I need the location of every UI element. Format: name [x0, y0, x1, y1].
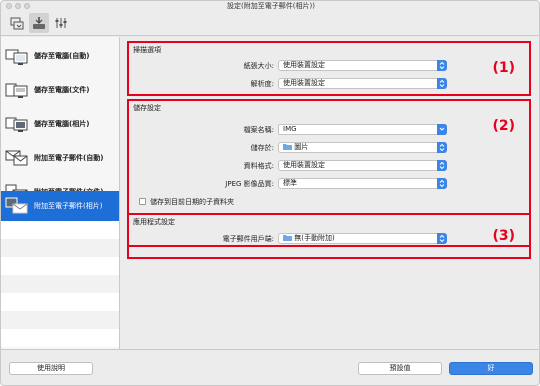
section-number: (2): [492, 118, 515, 134]
sidebar-item-save-pc-auto[interactable]: 儲存至電腦(自動): [1, 41, 119, 71]
sidebar-empty-row: [1, 329, 119, 347]
subfolder-checkbox[interactable]: [139, 198, 146, 205]
resolution-label: 解析度:: [250, 80, 274, 88]
help-button[interactable]: 使用說明: [9, 362, 93, 375]
sidebar-empty-row: [1, 257, 119, 275]
scan-tab[interactable]: [7, 13, 27, 33]
section-number: (1): [492, 60, 515, 76]
jpeg-quality-value: 標準: [283, 179, 297, 187]
sidebar-item-email-photo[interactable]: 附加至電子郵件(相片): [1, 191, 119, 221]
general-settings-tab[interactable]: [51, 13, 71, 33]
email-auto-icon: [5, 150, 28, 166]
jpeg-quality-label: JPEG 影像品質:: [225, 180, 274, 188]
section-title: 儲存設定: [133, 104, 161, 112]
sidebar-empty-row: [1, 293, 119, 311]
sidebar-empty-row: [1, 311, 119, 329]
save-in-select[interactable]: 圖片: [278, 142, 447, 153]
ok-button[interactable]: 好: [449, 362, 533, 375]
select-arrows-icon: [437, 233, 447, 244]
sidebar-item-save-pc-document[interactable]: 儲存至電腦(文件): [1, 75, 119, 105]
subfolder-label: 儲存到目前日期的子資料夾: [150, 198, 234, 206]
sidebar-item-label: 儲存至電腦(相片): [34, 120, 90, 128]
resolution-value: 使用裝置設定: [283, 79, 325, 87]
file-name-value: IMG: [283, 125, 297, 133]
data-format-value: 使用裝置設定: [283, 161, 325, 169]
file-name-label: 檔案名稱:: [243, 126, 274, 134]
paper-size-value: 使用裝置設定: [283, 61, 325, 69]
settings-panel: 掃描選項 (1) 紙張大小: 使用裝置設定 解析度: 使用裝置設定 儲存設定 (…: [121, 37, 539, 349]
data-format-label: 資料格式:: [243, 162, 274, 170]
file-name-input[interactable]: IMG: [278, 124, 447, 135]
folder-icon: [283, 235, 292, 241]
scanner-tab-icon: [33, 17, 45, 29]
resolution-select[interactable]: 使用裝置設定: [278, 78, 447, 89]
sidebar-empty-row: [1, 239, 119, 257]
title-bar: 設定(附加至電子郵件(相片)): [1, 1, 539, 11]
sidebar-empty-row: [1, 221, 119, 239]
zoom-window-button[interactable]: [24, 3, 30, 9]
section-title: 掃描選項: [133, 46, 161, 54]
sidebar-item-label: 儲存至電腦(文件): [34, 86, 90, 94]
defaults-button[interactable]: 預設值: [358, 362, 442, 375]
scan-options-section: 掃描選項 (1) 紙張大小: 使用裝置設定 解析度: 使用裝置設定: [127, 41, 531, 96]
chevron-down-icon[interactable]: [437, 124, 447, 135]
computer-auto-icon: [5, 49, 28, 65]
save-in-value: 圖片: [294, 143, 309, 151]
footer: 使用說明 預設值 好: [1, 349, 539, 385]
select-arrows-icon: [437, 178, 447, 189]
window-title: 設定(附加至電子郵件(相片)): [227, 2, 315, 10]
sidebar: 儲存至電腦(自動) 儲存至電腦(文件) 儲存至電腦(相片) 附加至電子郵件(自動…: [1, 37, 120, 349]
sidebar-item-label: 附加至電子郵件(自動): [34, 154, 104, 162]
email-client-value: 無(手動附加): [294, 234, 335, 242]
section-title: 應用程式設定: [133, 218, 175, 226]
app-settings-section: 應用程式設定 (3) 電子郵件用戶端: 無(手動附加): [127, 213, 531, 259]
email-client-select[interactable]: 無(手動附加): [278, 233, 447, 244]
select-arrows-icon: [437, 60, 447, 71]
sidebar-empty-row: [1, 275, 119, 293]
select-arrows-icon: [437, 142, 447, 153]
sidebar-item-label: 附加至電子郵件(相片): [34, 202, 103, 210]
email-photo-icon: [5, 197, 28, 214]
select-arrows-icon: [437, 160, 447, 171]
paper-size-label: 紙張大小:: [243, 62, 274, 70]
general-settings-tab-icon: [55, 18, 67, 28]
computer-photo-icon: [5, 117, 28, 132]
sidebar-item-label: 儲存至電腦(自動): [34, 52, 90, 60]
paper-size-select[interactable]: 使用裝置設定: [278, 60, 447, 71]
select-arrows-icon: [437, 78, 447, 89]
scanner-tab[interactable]: [29, 13, 49, 33]
folder-icon: [283, 144, 292, 150]
data-format-select[interactable]: 使用裝置設定: [278, 160, 447, 171]
minimize-window-button[interactable]: [15, 3, 21, 9]
save-in-label: 儲存於:: [250, 144, 274, 152]
sidebar-item-save-pc-photo[interactable]: 儲存至電腦(相片): [1, 109, 119, 139]
jpeg-quality-select[interactable]: 標準: [278, 178, 447, 189]
email-client-label: 電子郵件用戶端:: [222, 235, 274, 243]
sidebar-item-email-auto[interactable]: 附加至電子郵件(自動): [1, 143, 119, 173]
computer-document-icon: [5, 83, 28, 98]
close-window-button[interactable]: [6, 3, 12, 9]
scan-tab-icon: [10, 17, 24, 30]
section-number: (3): [492, 228, 515, 244]
settings-window: 設定(附加至電子郵件(相片)) 儲存至電腦(自動) 儲存至電腦(文件) 儲存至電…: [0, 0, 540, 386]
toolbar: [1, 11, 539, 36]
